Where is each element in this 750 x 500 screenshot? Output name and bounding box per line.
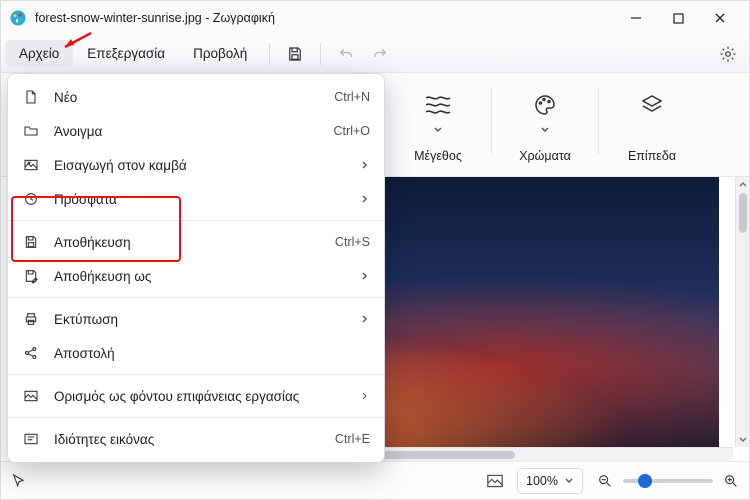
menu-item-open[interactable]: Άνοιγμα Ctrl+O [8,114,384,148]
zoom-out-icon[interactable] [597,473,613,489]
slider-thumb[interactable] [638,474,652,488]
menu-item-save-as[interactable]: Αποθήκευση ως [8,259,384,293]
wallpaper-icon [22,387,40,405]
folder-icon [22,122,40,140]
chevron-down-icon [564,476,574,486]
menu-separator [8,417,384,418]
undo-button[interactable] [329,39,363,69]
window-title: forest-snow-winter-sunrise.jpg - Ζωγραφι… [35,11,275,25]
clock-icon [22,190,40,208]
menu-item-recent[interactable]: Πρόσφατα [8,182,384,216]
ribbon-separator [598,87,599,154]
save-as-icon [22,267,40,285]
paint-app-icon [9,9,27,27]
chevron-down-icon [433,125,443,135]
ribbon-group-size[interactable]: Μέγεθος [403,81,473,172]
redo-button[interactable] [363,39,397,69]
menu-item-save[interactable]: Αποθήκευση Ctrl+S [8,225,384,259]
import-icon [22,156,40,174]
zoom-value-dropdown[interactable]: 100% [517,468,583,494]
ribbon-label-colors: Χρώματα [519,149,571,163]
ribbon-label-size: Μέγεθος [414,149,462,163]
menu-item-send[interactable]: Αποστολή [8,336,384,370]
chevron-right-icon [360,194,370,204]
save-icon [22,233,40,251]
chevron-right-icon [360,271,370,281]
menu-separator [8,220,384,221]
menu-view[interactable]: Προβολή [179,40,261,67]
palette-icon [522,85,568,125]
statusbar: 100% [1,461,749,499]
menu-separator [8,297,384,298]
chevron-right-icon [360,160,370,170]
slider-track[interactable] [623,479,713,483]
zoom-value-text: 100% [526,474,558,488]
zoom-in-icon[interactable] [723,473,739,489]
scroll-down-arrow[interactable] [737,433,749,445]
ribbon-group-colors[interactable]: Χρώματα [510,81,580,172]
menubar: Αρχείο Επεξεργασία Προβολή [1,35,749,73]
save-icon-button[interactable] [278,39,312,69]
menu-edit[interactable]: Επεξεργασία [73,40,179,67]
share-icon [22,344,40,362]
menubar-separator [269,43,270,65]
print-icon [22,310,40,328]
canvas-size-icon [487,474,503,488]
file-menu-dropdown: Νέο Ctrl+N Άνοιγμα Ctrl+O Εισαγωγή στον … [7,73,385,463]
menu-item-import-to-canvas[interactable]: Εισαγωγή στον καμβά [8,148,384,182]
close-button[interactable] [699,4,741,32]
menu-item-print[interactable]: Εκτύπωση [8,302,384,336]
menu-file[interactable]: Αρχείο [5,40,73,67]
menu-item-new[interactable]: Νέο Ctrl+N [8,80,384,114]
vertical-scrollbar[interactable] [735,177,749,447]
file-icon [22,88,40,106]
ribbon-group-layers[interactable]: Επίπεδα [617,81,687,172]
properties-icon [22,430,40,448]
layers-icon [629,85,675,125]
menu-item-set-wallpaper[interactable]: Ορισμός ως φόντου επιφάνειας εργασίας [8,379,384,413]
scrollbar-thumb[interactable] [739,193,747,233]
zoom-slider[interactable] [597,473,739,489]
cursor-tool-icon [11,473,27,489]
chevron-right-icon [360,391,370,401]
minimize-button[interactable] [615,4,657,32]
menu-separator [8,374,384,375]
ribbon-label-layers: Επίπεδα [628,149,676,163]
menubar-separator [320,43,321,65]
ribbon-separator [491,87,492,154]
scroll-up-arrow[interactable] [737,179,749,191]
settings-button[interactable] [711,39,745,69]
chevron-right-icon [360,314,370,324]
titlebar: forest-snow-winter-sunrise.jpg - Ζωγραφι… [1,1,749,35]
app-window: forest-snow-winter-sunrise.jpg - Ζωγραφι… [0,0,750,500]
maximize-button[interactable] [657,4,699,32]
size-icon [415,85,461,125]
chevron-down-icon [540,125,550,135]
menu-item-image-properties[interactable]: Ιδιότητες εικόνας Ctrl+E [8,422,384,456]
